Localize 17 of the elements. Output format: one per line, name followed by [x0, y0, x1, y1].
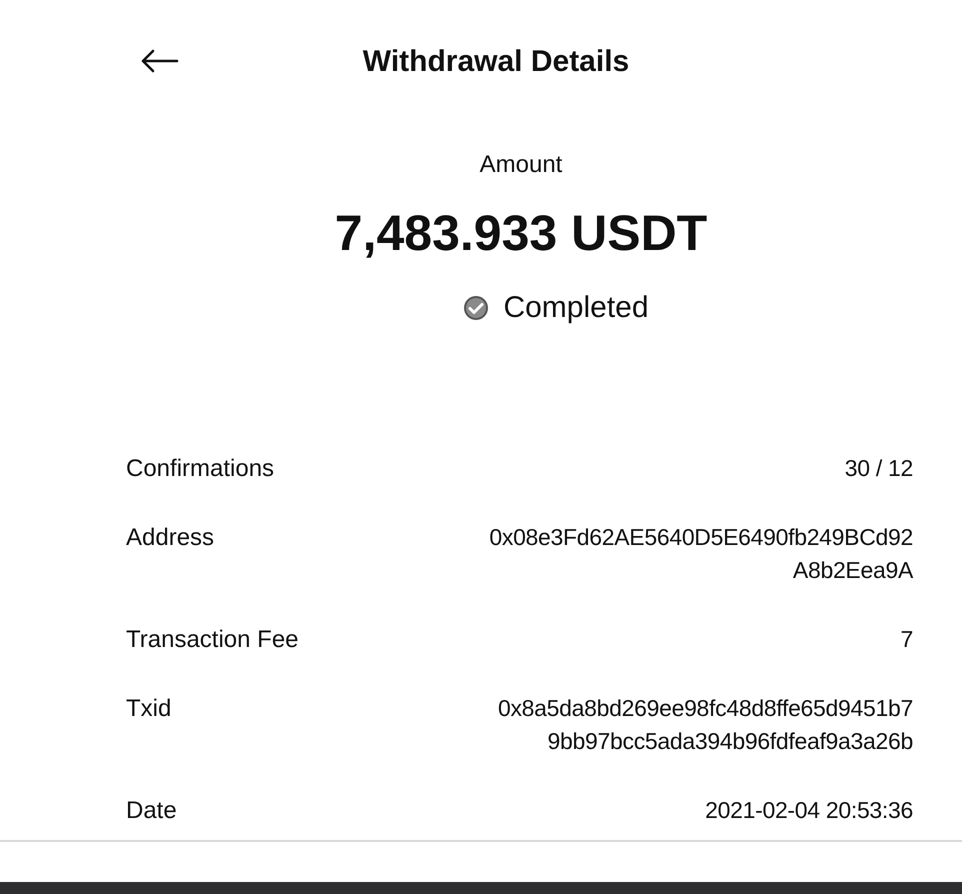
amount-label: Amount	[480, 150, 562, 180]
amount-value: 7,483.933 USDT	[334, 204, 708, 263]
page-title: Withdrawal Details	[362, 44, 630, 80]
detail-value: 7	[900, 625, 913, 654]
detail-label: Address	[126, 523, 214, 553]
detail-label: Date	[126, 796, 177, 826]
detail-value: 9bb97bcc5ada394b96fdfeaf9a3a26b	[548, 727, 913, 756]
detail-value: 2021-02-04 20:53:36	[705, 796, 913, 825]
detail-value: A8b2Eea9A	[792, 556, 913, 585]
status-label: Completed	[503, 290, 649, 326]
back-arrow-icon	[139, 49, 179, 73]
detail-label: Confirmations	[126, 454, 274, 484]
detail-value: 30 / 12	[844, 454, 913, 483]
detail-label: Txid	[126, 694, 172, 724]
detail-value: 0x8a5da8bd269ee98fc48d8ffe65d9451b7	[498, 694, 913, 723]
detail-value: 0x08e3Fd62AE5640D5E6490fb249BCd92	[489, 523, 913, 552]
detail-label: Transaction Fee	[126, 625, 299, 655]
